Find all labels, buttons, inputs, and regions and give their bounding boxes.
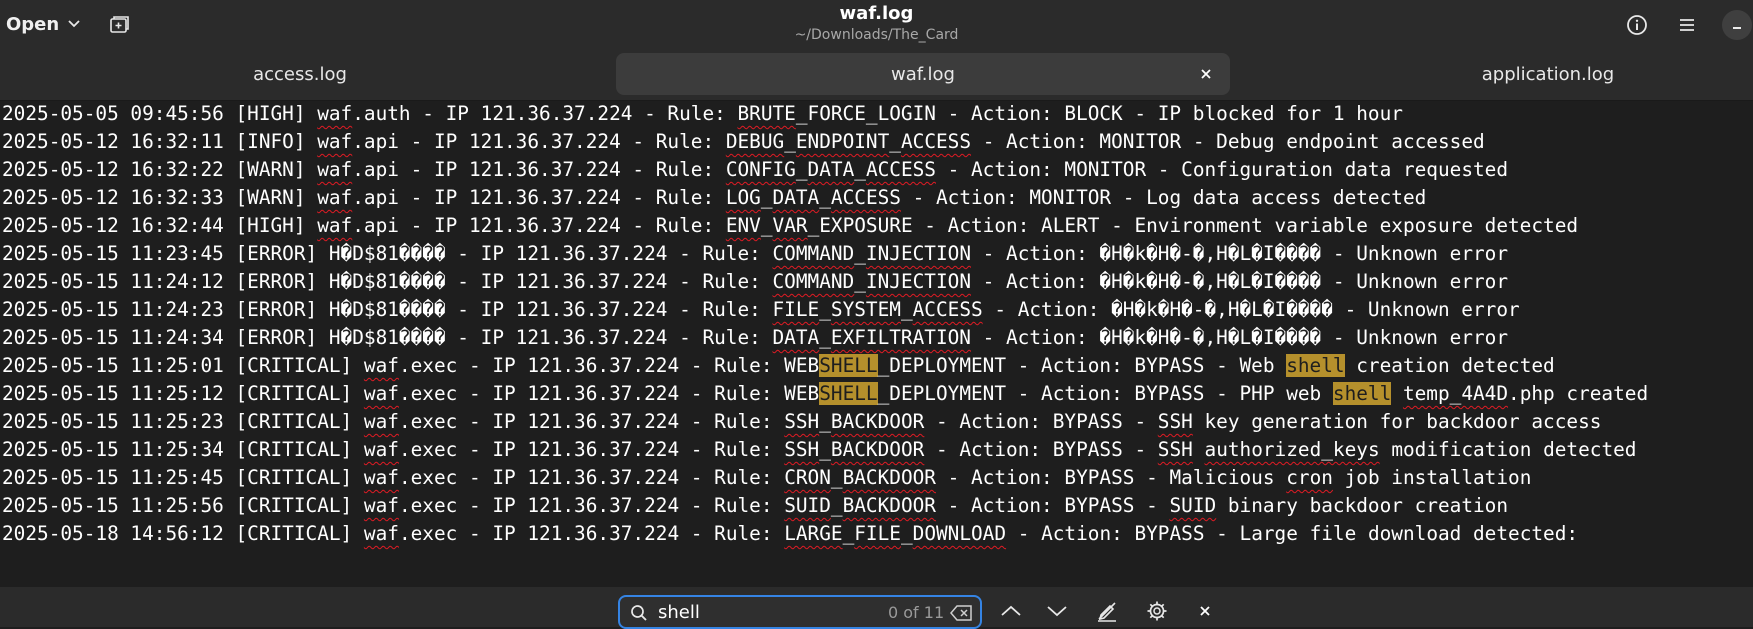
log-line: 2025-05-12 16:32:11 [INFO] waf.api - IP … [2, 130, 1485, 153]
search-match: shell [1332, 382, 1392, 405]
new-tab-button[interactable] [106, 13, 132, 37]
tab-access-log[interactable]: access.log [12, 53, 588, 95]
search-input[interactable]: shell 0 of 11 [618, 595, 982, 629]
tab-label: access.log [253, 63, 347, 85]
hamburger-menu-icon [1680, 19, 1694, 31]
chevron-up-icon [1001, 605, 1021, 616]
log-line: 2025-05-15 11:24:23 [ERROR] H�D$81���� -… [2, 298, 1520, 321]
search-match: SHELL [819, 382, 878, 405]
close-icon [1200, 606, 1210, 616]
tab-bar: access.log waf.log application.log [0, 48, 1753, 101]
log-line: 2025-05-15 11:25:56 [CRITICAL] waf.exec … [2, 494, 1509, 517]
log-line: 2025-05-05 09:45:56 [HIGH] waf.auth - IP… [2, 102, 1403, 125]
tab-label: application.log [1481, 63, 1615, 85]
new-tab-icon [110, 16, 129, 33]
search-bar: shell 0 of 11 [0, 587, 1753, 629]
gear-icon [1147, 601, 1167, 621]
next-match-button[interactable] [1043, 597, 1071, 625]
open-button-label: Open [6, 13, 60, 35]
tab-waf-log[interactable]: waf.log [616, 53, 1230, 95]
open-button[interactable]: Open [6, 8, 81, 40]
main-menu-button[interactable] [1674, 12, 1700, 38]
match-count: 0 of 11 [888, 603, 945, 622]
replace-icon [1098, 602, 1116, 622]
search-options-button[interactable] [1143, 597, 1171, 625]
close-search-button[interactable] [1191, 597, 1219, 625]
log-line: 2025-05-15 11:23:45 [ERROR] H�D$81���� -… [2, 242, 1509, 265]
log-line: 2025-05-15 11:25:01 [CRITICAL] waf.exec … [2, 354, 1555, 377]
chevron-down-icon [1047, 606, 1067, 617]
log-line: 2025-05-18 14:56:12 [CRITICAL] waf.exec … [2, 522, 1579, 545]
tab-application-log[interactable]: application.log [1258, 53, 1753, 95]
log-line: 2025-05-12 16:32:44 [HIGH] waf.api - IP … [2, 214, 1579, 237]
clear-icon[interactable] [950, 604, 974, 622]
search-match: shell [1286, 354, 1345, 377]
replace-toggle-button[interactable] [1093, 597, 1121, 625]
window-subtitle: ~/Downloads/The_Card [794, 27, 959, 43]
search-match: SHELL [819, 354, 878, 377]
tab-close-button[interactable] [1194, 62, 1218, 86]
window-title: waf.log [839, 3, 914, 24]
log-line: 2025-05-15 11:25:34 [CRITICAL] waf.exec … [2, 438, 1637, 461]
minimize-icon [1733, 27, 1741, 29]
window-title-block: waf.log ~/Downloads/The_Card [0, 2, 1753, 44]
minimize-button[interactable] [1722, 10, 1752, 40]
log-line: 2025-05-15 11:24:12 [ERROR] H�D$81���� -… [2, 270, 1509, 293]
log-line: 2025-05-15 11:25:12 [CRITICAL] waf.exec … [2, 382, 1649, 405]
text-editor-view[interactable]: 2025-05-05 09:45:56 [HIGH] waf.auth - IP… [0, 101, 1753, 587]
chevron-down-icon [68, 20, 80, 28]
log-line: 2025-05-15 11:25:23 [CRITICAL] waf.exec … [2, 410, 1602, 433]
close-icon [1201, 69, 1211, 79]
info-button[interactable] [1624, 12, 1650, 38]
log-line: 2025-05-15 11:25:45 [CRITICAL] waf.exec … [2, 466, 1532, 489]
info-icon [1627, 15, 1647, 35]
log-line: 2025-05-12 16:32:22 [WARN] waf.api - IP … [2, 158, 1509, 181]
search-query: shell [658, 602, 700, 623]
log-line: 2025-05-15 11:24:34 [ERROR] H�D$81���� -… [2, 326, 1508, 349]
tab-label: waf.log [891, 63, 955, 85]
log-line: 2025-05-12 16:32:33 [WARN] waf.api - IP … [2, 186, 1427, 209]
previous-match-button[interactable] [997, 597, 1025, 625]
header-bar: Open waf.log ~/Downloads/The_Card [0, 0, 1753, 48]
search-icon [631, 605, 647, 621]
